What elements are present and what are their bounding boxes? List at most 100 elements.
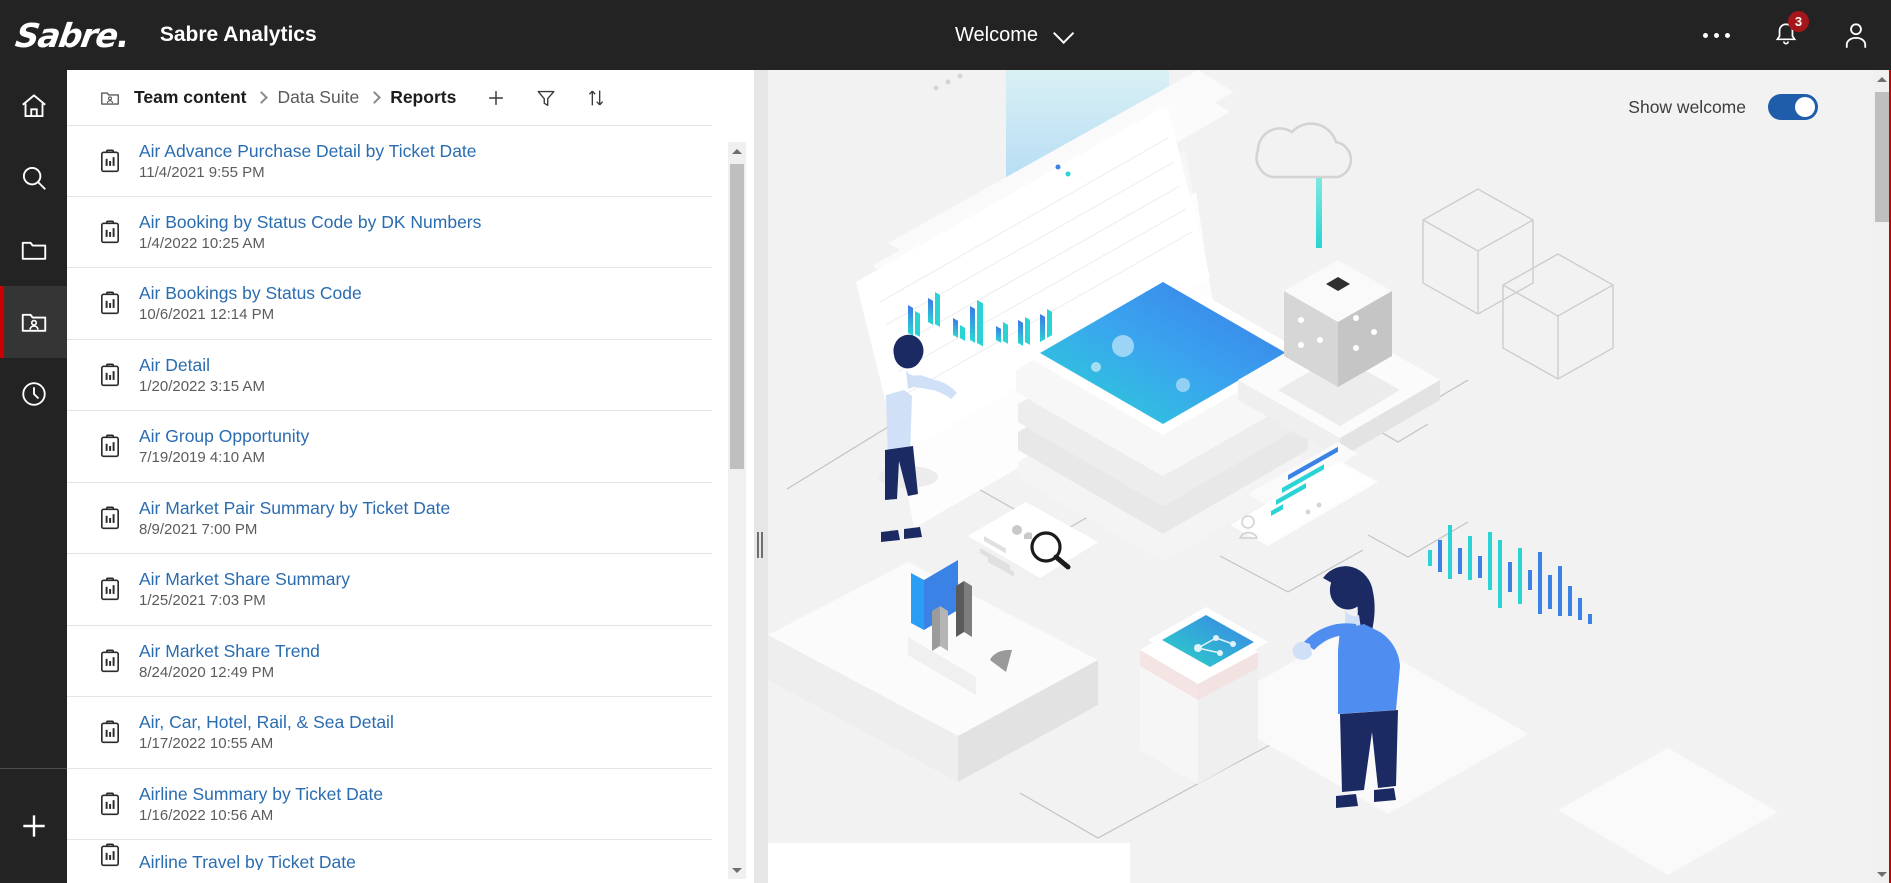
sort-button[interactable] bbox=[582, 84, 610, 112]
scroll-down-button[interactable] bbox=[728, 861, 746, 879]
page-scroll-down-button[interactable] bbox=[1873, 865, 1891, 883]
report-icon bbox=[99, 577, 139, 601]
report-text: Air Bookings by Status Code 10/6/2021 12:… bbox=[139, 283, 362, 323]
plus-icon bbox=[22, 815, 45, 837]
report-list-item[interactable]: Air Market Share Summary 1/25/2021 7:03 P… bbox=[67, 554, 712, 626]
home-icon bbox=[21, 94, 46, 117]
report-text: Air Advance Purchase Detail by Ticket Da… bbox=[139, 141, 477, 181]
triangle-up-icon bbox=[1877, 76, 1887, 82]
report-icon bbox=[99, 792, 139, 816]
filter-icon bbox=[537, 90, 555, 106]
show-welcome-toggle[interactable] bbox=[1768, 94, 1818, 120]
report-text: Air Group Opportunity 7/19/2019 4:10 AM bbox=[139, 426, 309, 466]
report-date: 1/20/2022 3:15 AM bbox=[139, 377, 265, 395]
report-date: 10/6/2021 12:14 PM bbox=[139, 306, 275, 324]
report-icon bbox=[99, 506, 139, 530]
plus-icon bbox=[489, 90, 504, 105]
report-icon bbox=[99, 649, 139, 673]
list-scrollbar[interactable] bbox=[728, 142, 746, 879]
report-list-item[interactable]: Airline Travel by Ticket Date bbox=[67, 840, 712, 870]
report-title[interactable]: Air Market Share Summary bbox=[139, 569, 350, 589]
splitter-grip-handle[interactable] bbox=[757, 532, 765, 558]
report-list-item[interactable]: Air, Car, Hotel, Rail, & Sea Detail 1/17/… bbox=[67, 697, 712, 769]
top-bar-actions: 3 bbox=[1681, 0, 1891, 70]
clock-icon bbox=[21, 382, 46, 406]
report-text: Airline Summary by Ticket Date 1/16/2022 … bbox=[139, 784, 383, 824]
panel-splitter[interactable] bbox=[754, 70, 768, 883]
filter-button[interactable] bbox=[532, 84, 560, 112]
page-scrollbar[interactable] bbox=[1873, 70, 1891, 883]
breadcrumb-team-folder-icon bbox=[99, 87, 121, 109]
page-scroll-up-button[interactable] bbox=[1873, 70, 1891, 88]
page-scrollbar-thumb[interactable] bbox=[1875, 92, 1889, 222]
breadcrumb-item-2: Reports bbox=[390, 87, 457, 107]
report-title[interactable]: Air Market Share Trend bbox=[139, 641, 320, 661]
triangle-down-icon bbox=[1877, 871, 1887, 877]
report-icon bbox=[99, 434, 139, 458]
report-title[interactable]: Air Booking by Status Code by DK Numbers bbox=[139, 212, 481, 232]
report-date: 11/4/2021 9:55 PM bbox=[139, 163, 265, 181]
welcome-menu[interactable]: Welcome bbox=[955, 0, 1075, 70]
report-list-item[interactable]: Air Market Share Trend 8/24/2020 12:49 PM bbox=[67, 626, 712, 697]
notifications-button[interactable]: 3 bbox=[1751, 0, 1821, 70]
report-icon bbox=[99, 149, 139, 173]
chevron-down-icon bbox=[1053, 22, 1075, 44]
report-list: Air Advance Purchase Detail by Ticket Da… bbox=[67, 125, 712, 870]
report-date: 1/16/2022 10:56 AM bbox=[139, 806, 274, 824]
breadcrumb-item-0[interactable]: Team content bbox=[134, 87, 246, 108]
report-text: Air, Car, Hotel, Rail, & Sea Detail 1/17/… bbox=[139, 712, 394, 752]
top-bar: Sabre. Sabre Analytics Welcome 3 bbox=[0, 0, 1891, 70]
report-text: Air Market Share Summary 1/25/2021 7:03 P… bbox=[139, 569, 350, 609]
sabre-logo-text: Sabre bbox=[12, 15, 120, 55]
overflow-menu-button[interactable] bbox=[1681, 0, 1751, 70]
report-list-item[interactable]: Air Market Pair Summary by Ticket Date 8/… bbox=[67, 483, 712, 554]
sidebar-item-recent[interactable] bbox=[0, 358, 67, 430]
report-title[interactable]: Air Group Opportunity bbox=[139, 426, 309, 446]
sabre-logo[interactable]: Sabre. bbox=[13, 16, 131, 55]
report-title[interactable]: Air, Car, Hotel, Rail, & Sea Detail bbox=[139, 712, 394, 732]
welcome-illustration bbox=[768, 70, 1873, 883]
report-title[interactable]: Air Advance Purchase Detail by Ticket Da… bbox=[139, 141, 477, 161]
report-icon bbox=[99, 291, 139, 315]
account-button[interactable] bbox=[1821, 0, 1891, 70]
report-title[interactable]: Air Market Pair Summary by Ticket Date bbox=[139, 498, 450, 518]
sidebar-item-my-content[interactable] bbox=[0, 214, 67, 286]
report-list-item[interactable]: Airline Summary by Ticket Date 1/16/2022 … bbox=[67, 769, 712, 840]
sidebar-item-home[interactable] bbox=[0, 70, 67, 142]
content-list-panel: Team content Data Suite Reports Air Adva… bbox=[67, 70, 760, 883]
report-icon bbox=[99, 843, 139, 867]
report-list-scroll-area[interactable]: Air Advance Purchase Detail by Ticket Da… bbox=[67, 125, 760, 883]
show-welcome-label: Show welcome bbox=[1628, 96, 1746, 117]
welcome-bottom-card bbox=[768, 843, 1130, 883]
app-title: Sabre Analytics bbox=[159, 23, 317, 46]
sidebar-item-team-content[interactable] bbox=[0, 286, 67, 358]
user-icon bbox=[1845, 23, 1867, 48]
report-text: Air Booking by Status Code by DK Numbers… bbox=[139, 212, 481, 252]
report-title[interactable]: Airline Summary by Ticket Date bbox=[139, 784, 383, 804]
report-text: Air Market Pair Summary by Ticket Date 8/… bbox=[139, 498, 450, 538]
triangle-down-icon bbox=[732, 867, 742, 873]
report-list-item[interactable]: Air Advance Purchase Detail by Ticket Da… bbox=[67, 125, 712, 197]
report-title[interactable]: Air Bookings by Status Code bbox=[139, 283, 362, 303]
report-list-item[interactable]: Air Group Opportunity 7/19/2019 4:10 AM bbox=[67, 411, 712, 483]
breadcrumb-item-1[interactable]: Data Suite bbox=[277, 87, 359, 108]
left-navigation-rail bbox=[0, 70, 67, 883]
report-list-item[interactable]: Air Bookings by Status Code 10/6/2021 12:… bbox=[67, 268, 712, 340]
report-list-item[interactable]: Air Detail 1/20/2022 3:15 AM bbox=[67, 340, 712, 411]
new-button[interactable] bbox=[482, 84, 510, 112]
sort-icon bbox=[589, 90, 604, 105]
triangle-up-icon bbox=[732, 148, 742, 154]
report-title[interactable]: Air Detail bbox=[139, 355, 265, 375]
report-list-item[interactable]: Air Booking by Status Code by DK Numbers… bbox=[67, 197, 712, 268]
new-item-button[interactable] bbox=[0, 768, 67, 883]
scroll-up-button[interactable] bbox=[728, 142, 746, 160]
welcome-menu-label: Welcome bbox=[955, 23, 1038, 46]
breadcrumb-separator-icon bbox=[368, 91, 382, 104]
report-title[interactable]: Airline Travel by Ticket Date bbox=[139, 852, 356, 870]
report-text: Airline Travel by Ticket Date bbox=[139, 852, 356, 870]
search-icon bbox=[22, 166, 46, 190]
toggle-knob bbox=[1795, 97, 1815, 117]
list-scrollbar-thumb[interactable] bbox=[730, 164, 744, 469]
team-folder-icon bbox=[21, 313, 46, 332]
sidebar-item-search[interactable] bbox=[0, 142, 67, 214]
